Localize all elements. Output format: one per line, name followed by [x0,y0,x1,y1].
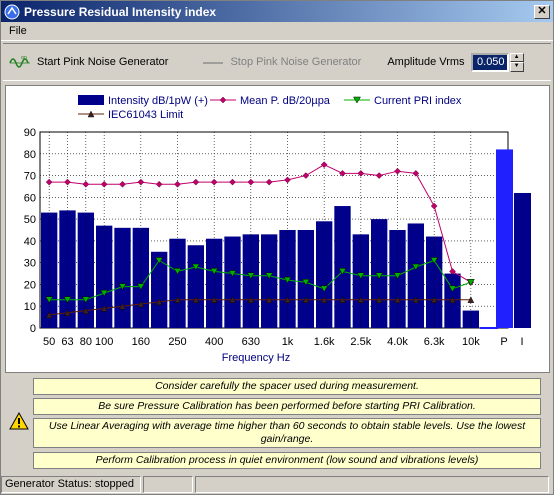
intensity-bar [462,310,479,328]
start-generator-button[interactable]: on Start Pink Noise Generator [3,48,174,76]
spin-up-icon[interactable]: ▲ [509,52,524,62]
message-calibration: Be sure Pressure Calibration has been pe… [33,398,541,415]
x-tick-label: 160 [132,336,150,348]
x-axis-label: Frequency Hz [222,352,290,364]
intensity-bar [187,245,204,328]
title-bar[interactable]: Pressure Residual Intensity index ✕ [1,1,553,22]
summary-tick-label: I [520,336,523,348]
menu-file[interactable]: File [1,25,35,37]
intensity-bar [352,234,369,328]
stop-generator-button[interactable]: Stop Pink Noise Generator [196,48,367,76]
start-generator-label: Start Pink Noise Generator [37,56,169,68]
message-averaging: Use Linear Averaging with average time h… [33,418,541,448]
legend-label-mean-pressure: Mean P. dB/20µpa [240,95,331,107]
y-tick-label: 10 [24,301,36,313]
status-panel-3 [195,475,549,493]
x-tick-label: 4.0k [387,336,408,348]
y-tick-label: 70 [24,171,36,183]
intensity-bar [261,234,278,328]
status-bar: Generator Status: stopped [1,474,553,494]
main-window: Pressure Residual Intensity index ✕ File… [0,0,554,495]
generator-status: Generator Status: stopped [1,475,141,493]
chart-panel: 0 10 20 30 40 50 60 70 80 90 50 63 80 100 160 250 400 630… [5,85,550,373]
y-tick-label: 90 [24,127,36,139]
message-quiet-environment: Perform Calibration process in quiet env… [33,452,541,469]
message-spacer: Consider carefully the spacer used durin… [33,378,541,395]
summary-tick-label: P [500,336,507,348]
y-tick-label: 0 [30,323,36,335]
x-tick-label: 50 [43,336,55,348]
summary-bar [496,149,513,328]
legend-swatch-intensity [78,95,104,105]
y-tick-label: 80 [24,149,36,161]
y-tick-label: 50 [24,214,36,226]
window-title: Pressure Residual Intensity index [24,4,217,19]
x-tick-label: 1k [282,336,294,348]
pri-chart: 010203040506070809050 63 80 100 160 250 400 630… [24,95,531,364]
intensity-bar [114,227,131,328]
message-area: Consider carefully the spacer used durin… [3,375,553,471]
legend-marker-mean-pressure [219,96,227,104]
amplitude-label: Amplitude Vrms [387,56,465,68]
y-tick-label: 40 [24,236,36,248]
y-tick-label: 30 [24,258,36,270]
y-tick-label: 60 [24,192,36,204]
x-tick-label: 63 [61,336,73,348]
app-icon [4,4,20,20]
legend-label-current-pri: Current PRI index [374,95,462,107]
amplitude-input[interactable] [470,52,509,72]
flat-line-icon [202,54,224,70]
intensity-bar [407,223,424,328]
x-tick-label: 10k [462,336,480,348]
amplitude-spinner[interactable]: ▲ ▼ [509,52,524,72]
x-tick-label: 6.3k [424,336,445,348]
legend-label-intensity: Intensity dB/1pW (+) [108,95,208,107]
stop-generator-label: Stop Pink Noise Generator [230,56,362,68]
toolbar: on Start Pink Noise Generator Stop Pink … [3,43,551,81]
spin-down-icon[interactable]: ▼ [509,62,524,72]
menu-bar: File [1,22,553,41]
x-tick-label: 400 [205,336,223,348]
x-tick-label: 2.5k [350,336,371,348]
x-tick-label: 1.6k [314,336,335,348]
legend-label-iec-limit: IEC61043 Limit [108,109,183,121]
x-tick-label: 250 [168,336,186,348]
y-tick-label: 20 [24,279,36,291]
svg-text:on: on [21,55,27,61]
intensity-bar [334,206,351,328]
x-tick-label: 100 [95,336,113,348]
intensity-bar [297,230,314,328]
summary-bar [514,192,531,328]
close-button[interactable]: ✕ [534,4,550,19]
status-panel-2 [143,475,193,493]
x-tick-label: 630 [242,336,260,348]
sine-wave-icon: on [9,54,31,70]
intensity-bar [224,236,241,328]
intensity-bar [242,234,259,328]
warning-icon [9,411,29,430]
x-tick-label: 80 [80,336,92,348]
